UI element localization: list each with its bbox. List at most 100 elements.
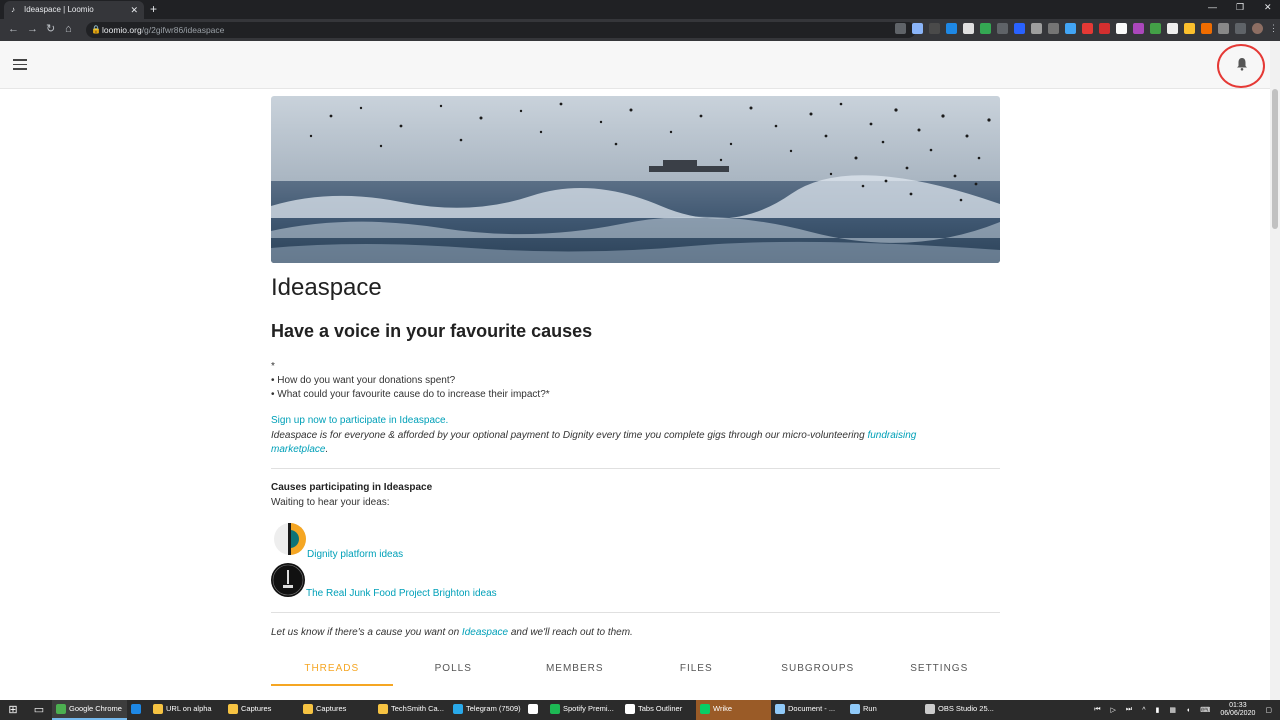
extension-icon[interactable]: [946, 23, 957, 34]
description-line: *: [271, 361, 275, 372]
new-tab-button[interactable]: +: [150, 1, 157, 17]
clock[interactable]: 01:33 06/06/2020: [1220, 702, 1255, 718]
media-next-icon[interactable]: ⏭: [1126, 706, 1132, 714]
taskbar-item[interactable]: Wrike: [696, 700, 771, 720]
tab-polls[interactable]: POLLS: [393, 656, 515, 688]
extension-icon[interactable]: [1218, 23, 1229, 34]
extension-icon[interactable]: [997, 23, 1008, 34]
taskbar-app-icon: [775, 704, 785, 714]
taskbar-item[interactable]: Tabs Outliner: [621, 700, 696, 720]
taskbar-item[interactable]: Captures: [224, 700, 299, 720]
taskbar-item[interactable]: OBS Studio 25...: [921, 700, 996, 720]
battery-icon[interactable]: ▮: [1156, 706, 1160, 714]
tab-subgroups[interactable]: SUBGROUPS: [757, 656, 879, 688]
task-view-icon[interactable]: ▭: [26, 700, 52, 720]
media-prev-icon[interactable]: ⏮: [1094, 706, 1100, 714]
cause-link-real-junk-food[interactable]: The Real Junk Food Project Brighton idea…: [306, 588, 497, 599]
app-header: [0, 41, 1280, 89]
extension-icon[interactable]: [1048, 23, 1059, 34]
clock-date: 06/06/2020: [1220, 710, 1256, 717]
minimize-window-button[interactable]: —: [1208, 2, 1217, 12]
url-path: /g/2gifwr86/ideaspace: [141, 25, 225, 35]
taskbar-item[interactable]: Google Chrome: [52, 700, 127, 720]
extension-icon[interactable]: [1116, 23, 1127, 34]
taskbar-app-icon: [925, 704, 935, 714]
taskbar-item-label: Wrike: [713, 704, 733, 713]
taskbar-app-icon: [453, 704, 463, 714]
close-window-button[interactable]: ✕: [1264, 2, 1272, 13]
taskbar-app-icon: [550, 704, 560, 714]
windows-taskbar: ⊞ ▭ Google Chrome URL on alpha Captures Cap…: [0, 700, 1280, 720]
taskbar-item[interactable]: Run: [846, 700, 921, 720]
taskbar-app-icon: [528, 704, 538, 714]
windows-start-icon[interactable]: ⊞: [0, 700, 26, 720]
taskbar-item[interactable]: [127, 700, 149, 720]
adblock-icon[interactable]: [1099, 23, 1110, 34]
extension-icon[interactable]: [980, 23, 991, 34]
taskbar-item-label: Captures: [241, 704, 272, 713]
real-junk-food-logo-icon: [271, 563, 305, 597]
tab-threads[interactable]: THREADS: [271, 656, 393, 688]
tab-files[interactable]: FILES: [636, 656, 758, 688]
tab-settings[interactable]: SETTINGS: [879, 656, 1001, 688]
browser-menu-icon[interactable]: ⋮: [1269, 23, 1280, 34]
extension-icon[interactable]: [1014, 23, 1025, 34]
tray-overflow-icon[interactable]: ^: [1142, 707, 1145, 714]
taskbar-app-icon: [700, 704, 710, 714]
browser-tab[interactable]: ♪ Ideaspace | Loomio ✕: [4, 1, 144, 19]
taskbar-item[interactable]: Document - ...: [771, 700, 846, 720]
profile-avatar-icon[interactable]: [1252, 23, 1263, 34]
extension-icon[interactable]: [963, 23, 974, 34]
taskbar-item[interactable]: Captures: [299, 700, 374, 720]
ideaspace-link[interactable]: Ideaspace: [462, 627, 508, 638]
browser-tab-strip: ♪ Ideaspace | Loomio ✕ + — ❐ ✕: [0, 0, 1280, 19]
volume-icon[interactable]: ◖: [1186, 707, 1190, 714]
back-icon[interactable]: ←: [8, 22, 19, 36]
menu-icon[interactable]: [13, 59, 27, 70]
extension-icon[interactable]: [1133, 23, 1144, 34]
zoom-icon[interactable]: [895, 23, 906, 34]
causes-cta: Let us know if there's a cause you want …: [271, 627, 633, 638]
maximize-window-button[interactable]: ❐: [1236, 2, 1244, 13]
notifications-bell-icon[interactable]: [1236, 57, 1248, 71]
bookmark-star-icon[interactable]: [912, 23, 923, 34]
page-scrollbar[interactable]: [1270, 41, 1280, 700]
causes-subheading: Waiting to hear your ideas:: [271, 497, 390, 508]
divider: [271, 612, 1000, 613]
taskbar-item[interactable]: URL on alpha: [149, 700, 224, 720]
taskbar-item[interactable]: [524, 700, 546, 720]
extension-icon[interactable]: [1201, 23, 1212, 34]
taskbar-item-label: Document - ...: [788, 704, 836, 713]
cause-link-dignity[interactable]: Dignity platform ideas: [307, 549, 403, 560]
extension-icon[interactable]: [1031, 23, 1042, 34]
reading-list-icon[interactable]: [1235, 23, 1246, 34]
taskbar-item[interactable]: Telegram (7509): [449, 700, 524, 720]
extension-icon[interactable]: [1065, 23, 1076, 34]
note-text: Ideaspace is for everyone & afforded by …: [271, 430, 868, 441]
loomio-favicon-icon: ♪: [11, 5, 15, 14]
keyboard-icon[interactable]: ⌨: [1200, 706, 1210, 714]
extension-icon[interactable]: [1167, 23, 1178, 34]
extension-icon[interactable]: [1082, 23, 1093, 34]
taskbar-app-icon: [131, 704, 141, 714]
signup-link[interactable]: Sign up now to participate in Ideaspace.: [271, 415, 448, 426]
media-play-icon[interactable]: ▷: [1111, 706, 1116, 714]
taskbar-item-label: Tabs Outliner: [638, 704, 683, 713]
close-tab-icon[interactable]: ✕: [130, 1, 138, 19]
extension-icon[interactable]: [929, 23, 940, 34]
reload-icon[interactable]: ↻: [46, 22, 55, 36]
taskbar-app-icon: [228, 704, 238, 714]
forward-icon[interactable]: →: [27, 22, 38, 36]
extension-icon[interactable]: [1184, 23, 1195, 34]
cta-text: Let us know if there's a cause you want …: [271, 627, 462, 638]
scrollbar-thumb[interactable]: [1272, 89, 1278, 229]
taskbar-item[interactable]: TechSmith Ca...: [374, 700, 449, 720]
network-icon[interactable]: ▦: [1169, 706, 1176, 714]
address-bar[interactable]: 🔒 loomio.org/g/2gifwr86/ideaspace: [86, 22, 916, 38]
taskbar-item[interactable]: Spotify Premi...: [546, 700, 621, 720]
extension-icon[interactable]: [1150, 23, 1161, 34]
tab-members[interactable]: MEMBERS: [514, 656, 636, 688]
home-icon[interactable]: ⌂: [65, 22, 72, 36]
notifications-icon[interactable]: ▢: [1265, 706, 1272, 714]
cta-suffix: and we'll reach out to them.: [508, 627, 633, 638]
